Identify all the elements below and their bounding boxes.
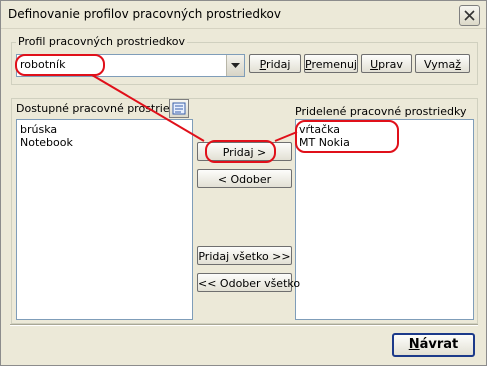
combo-dropdown-button[interactable] [226, 55, 244, 76]
available-list[interactable]: brúska Notebook [16, 119, 193, 320]
dialog-window: Definovanie profilov pracovných prostrie… [0, 0, 487, 366]
chevron-down-icon [231, 63, 240, 68]
profile-edit-button[interactable]: Uprav [361, 54, 412, 73]
back-button[interactable]: Návrat [392, 333, 475, 357]
assigned-list[interactable]: vŕtačka MT Nokia [295, 119, 474, 320]
add-item-button[interactable]: Pridaj > [197, 142, 292, 161]
close-button[interactable] [459, 5, 480, 26]
list-settings-icon [172, 102, 186, 115]
list-item[interactable]: MT Nokia [296, 136, 473, 149]
close-icon [464, 10, 475, 21]
edit-accel: U [370, 58, 379, 71]
profile-add-button[interactable]: Pridaj [249, 54, 301, 73]
delete-label-pre: Vyma [424, 58, 456, 71]
list-item[interactable]: Notebook [17, 136, 192, 149]
list-item[interactable]: vŕtačka [296, 123, 473, 136]
add-all-button[interactable]: Pridaj všetko >> [197, 246, 292, 265]
footer-separator [10, 324, 478, 326]
edit-label-rest: prav [378, 58, 403, 71]
rename-label-rest: remenuj [311, 58, 357, 71]
back-accel: N [408, 337, 420, 352]
remove-item-button[interactable]: < Odober [197, 169, 292, 188]
title-bar[interactable]: Definovanie profilov pracovných prostrie… [1, 1, 486, 29]
back-label-rest: ávrat [419, 337, 459, 352]
add-label-rest: ridaj [266, 58, 291, 71]
profile-group-label: Profil pracovných prostriedkov [16, 35, 188, 48]
window-title: Definovanie profilov pracovných prostrie… [8, 7, 281, 21]
profile-combo-value: robotník [20, 58, 66, 71]
remove-all-button[interactable]: << Odober všetko [197, 273, 300, 292]
available-info-button[interactable] [169, 99, 189, 118]
profile-combo[interactable]: robotník [16, 54, 245, 77]
available-label: Dostupné pracovné prostriedky [16, 102, 190, 115]
assigned-label: Pridelené pracovné prostriedky [295, 105, 467, 118]
profile-delete-button[interactable]: Vymaž [415, 54, 470, 73]
list-item[interactable]: brúska [17, 123, 192, 136]
delete-accel: ž [455, 58, 461, 71]
profile-rename-button[interactable]: Premenuj [304, 54, 358, 73]
